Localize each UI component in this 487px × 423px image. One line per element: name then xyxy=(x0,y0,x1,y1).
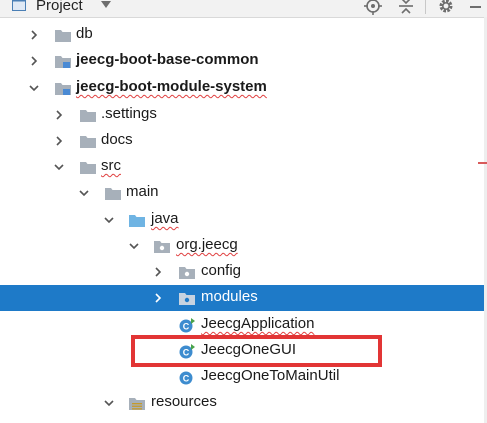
chevron-right-icon[interactable] xyxy=(153,267,163,277)
svg-text:C: C xyxy=(183,374,190,384)
module-folder-icon xyxy=(55,83,71,95)
resources-folder-icon xyxy=(129,398,145,410)
tree-item-label: src xyxy=(101,157,121,174)
chevron-right-icon[interactable] xyxy=(54,136,64,146)
folder-icon xyxy=(105,188,121,200)
tree-item-db[interactable]: db xyxy=(0,22,487,48)
tree-item-jeecg-application[interactable]: C JeecgApplication xyxy=(0,312,487,338)
tree-item-jeecg-one-to-main-util[interactable]: C JeecgOneToMainUtil xyxy=(0,364,487,390)
chevron-right-icon[interactable] xyxy=(29,30,39,40)
chevron-down-icon[interactable] xyxy=(54,162,64,172)
package-icon xyxy=(179,293,195,305)
svg-text:C: C xyxy=(183,348,190,358)
project-view-title[interactable]: Project xyxy=(36,0,83,14)
tree-item-label: main xyxy=(126,183,159,200)
tree-item-org-jeecg[interactable]: org.jeecg xyxy=(0,233,487,259)
module-folder-icon xyxy=(55,56,71,68)
dropdown-arrow-icon[interactable] xyxy=(101,1,111,9)
toolbar-divider xyxy=(425,0,426,14)
chevron-down-icon[interactable] xyxy=(29,83,39,93)
tree-item-settings[interactable]: .settings xyxy=(0,102,487,128)
chevron-down-icon[interactable] xyxy=(104,215,114,225)
tree-item-main[interactable]: main xyxy=(0,180,487,206)
tree-item-label: JeecgOneGUI xyxy=(201,341,297,358)
tree-item-jeecg-one-gui[interactable]: C JeecgOneGUI xyxy=(0,338,487,364)
tree-item-label: docs xyxy=(101,131,133,148)
tree-item-jeecg-boot-base-common[interactable]: jeecg-boot-base-common xyxy=(0,48,487,74)
package-icon xyxy=(179,267,195,279)
project-view-icon xyxy=(12,0,26,11)
java-class-icon: C xyxy=(179,318,195,333)
locate-target-icon[interactable] xyxy=(364,0,382,15)
java-class-icon: C xyxy=(179,371,193,385)
chevron-down-icon[interactable] xyxy=(104,398,114,408)
svg-text:C: C xyxy=(183,322,190,332)
minimize-icon[interactable] xyxy=(470,6,481,8)
error-stripe-mark xyxy=(478,162,487,164)
tree-item-label: .settings xyxy=(101,105,157,122)
gear-icon[interactable] xyxy=(437,0,455,15)
tree-item-label: modules xyxy=(201,288,258,305)
chevron-right-icon[interactable] xyxy=(29,56,39,66)
folder-icon xyxy=(55,30,71,42)
tree-item-config[interactable]: config xyxy=(0,259,487,285)
tree-item-label: db xyxy=(76,25,93,42)
java-class-icon: C xyxy=(179,344,195,359)
folder-icon xyxy=(80,162,96,174)
collapse-all-icon[interactable] xyxy=(397,0,415,15)
chevron-down-icon[interactable] xyxy=(129,241,139,251)
chevron-right-icon[interactable] xyxy=(153,293,163,303)
tree-item-src[interactable]: src xyxy=(0,154,487,180)
chevron-down-icon[interactable] xyxy=(79,188,89,198)
tree-item-label: java xyxy=(151,210,179,227)
tree-item-label: config xyxy=(201,262,242,279)
tree-item-label: jeecg-boot-module-system xyxy=(76,78,267,95)
package-icon xyxy=(154,241,170,253)
tree-item-modules[interactable]: modules xyxy=(0,285,487,311)
folder-icon xyxy=(80,110,96,122)
tree-item-label: JeecgOneToMainUtil xyxy=(201,367,340,384)
tree-item-label: jeecg-boot-base-common xyxy=(76,51,259,68)
tree-item-label: resources xyxy=(151,393,217,410)
tree-item-docs[interactable]: docs xyxy=(0,128,487,154)
project-toolbar: Project xyxy=(0,0,487,18)
chevron-right-icon[interactable] xyxy=(54,110,64,120)
tree-item-jeecg-boot-module-system[interactable]: jeecg-boot-module-system xyxy=(0,75,487,101)
tree-item-resources[interactable]: resources xyxy=(0,390,487,416)
tree-item-label: org.jeecg xyxy=(176,236,238,253)
tree-item-label: JeecgApplication xyxy=(201,315,315,332)
source-folder-icon xyxy=(129,215,145,227)
tree-item-java[interactable]: java xyxy=(0,207,487,233)
folder-icon xyxy=(80,136,96,148)
